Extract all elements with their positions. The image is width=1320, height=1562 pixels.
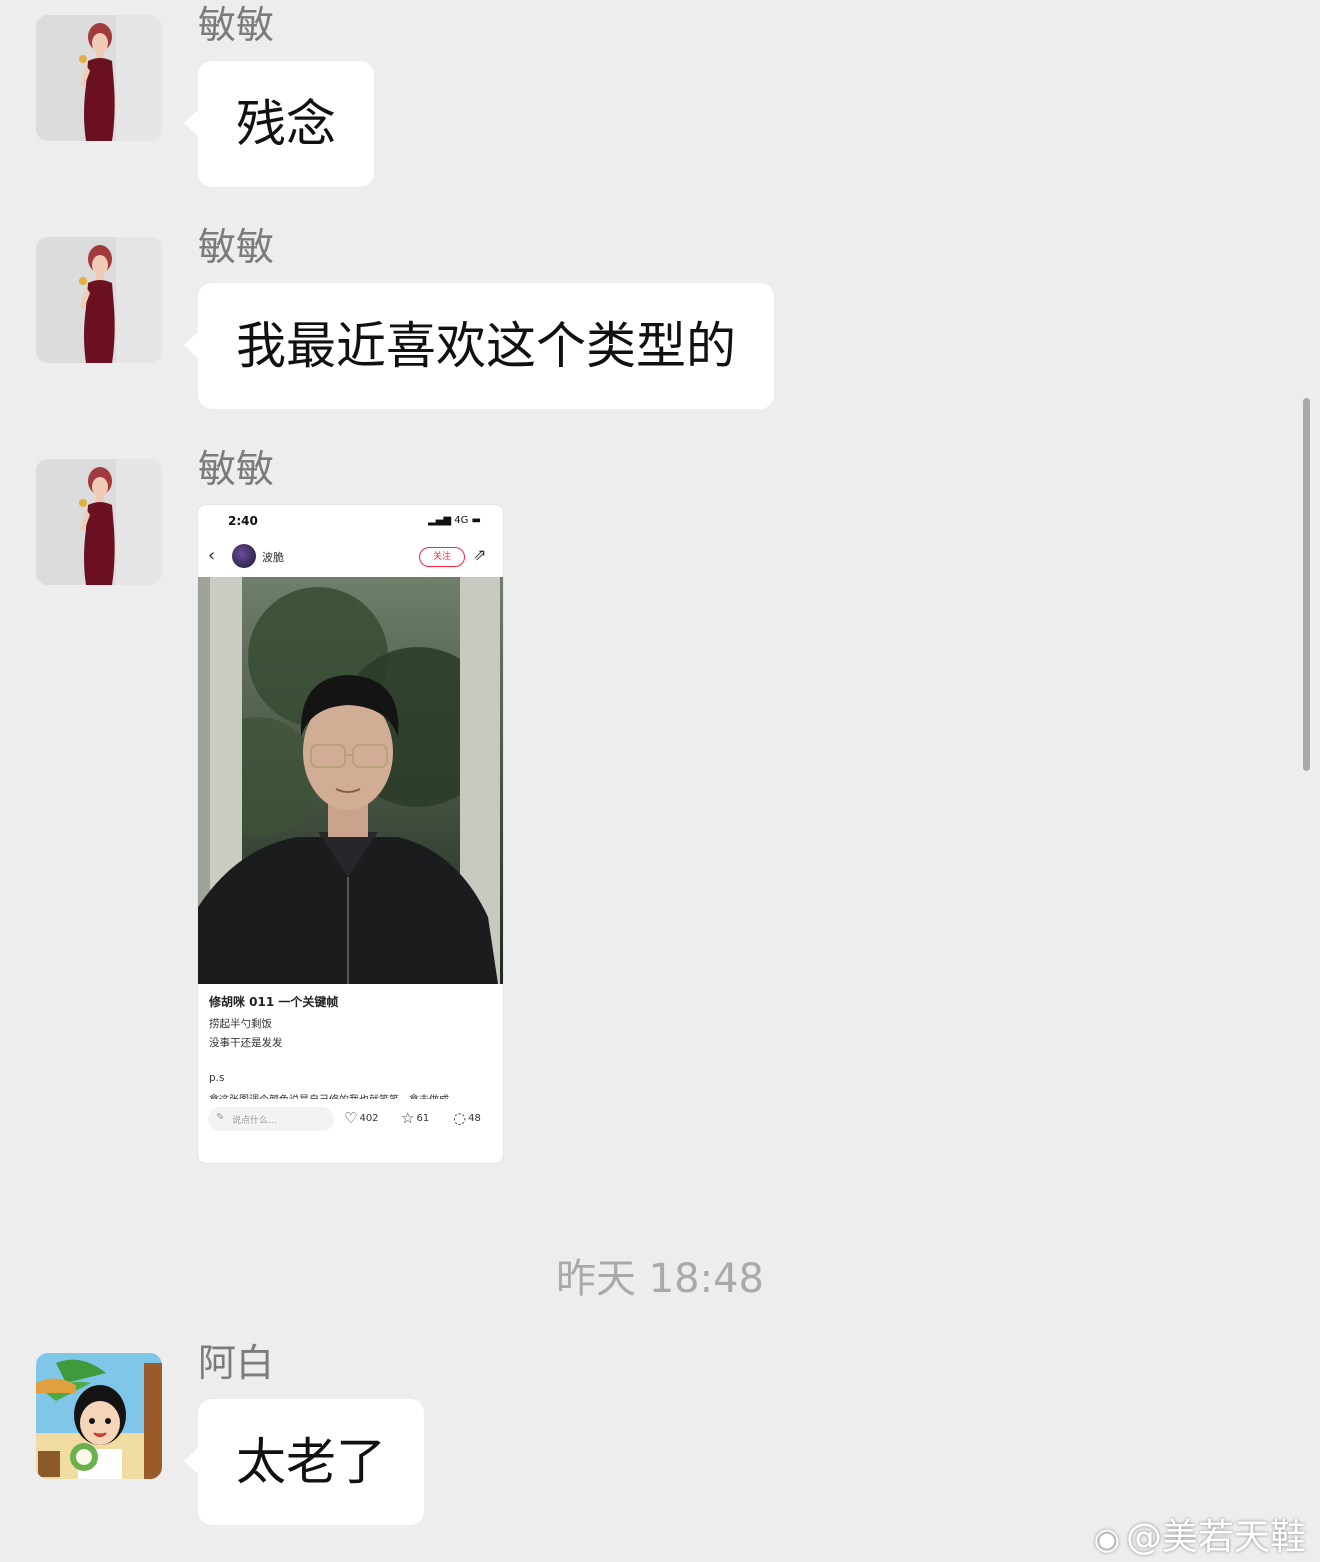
post-text-line: 捞起半勺剩饭 — [209, 1018, 272, 1030]
like-stat[interactable]: ♡ 402 — [344, 1109, 379, 1127]
shared-post-card[interactable]: 2:40 ▂▄▆ 4G ▬ ‹ 波脆 关注 ⇗ 修胡咪 011 一个关键帧 捞起… — [198, 505, 503, 1163]
heart-icon: ♡ — [344, 1109, 358, 1127]
comment-icon: ◌ — [453, 1109, 467, 1127]
post-photo[interactable] — [198, 577, 503, 984]
watermark: ◉ @美若天鞋 — [1094, 1508, 1306, 1560]
status-time: 2:40 — [228, 514, 258, 528]
like-count: 402 — [359, 1113, 379, 1124]
message-bubble[interactable]: 我最近喜欢这个类型的 — [184, 283, 774, 409]
follow-button[interactable]: 关注 — [419, 547, 465, 567]
favorite-stat[interactable]: ☆ 61 — [401, 1109, 429, 1127]
signal-battery-icon: ▂▄▆ 4G ▬ — [427, 515, 481, 526]
pencil-icon: ✎ — [216, 1112, 225, 1123]
chevron-left-icon[interactable]: ‹ — [208, 545, 215, 566]
sender-avatar[interactable] — [36, 237, 162, 363]
post-text-line: 拿这张图调个颜色说是自己修的我也就笑笑，拿去做成 — [209, 1091, 449, 1099]
sender-name: 阿白 — [198, 1341, 275, 1385]
favorite-count: 61 — [416, 1113, 430, 1124]
comment-input[interactable]: ✎ 说点什么... — [208, 1107, 334, 1131]
sender-name: 敏敏 — [198, 3, 275, 47]
author-name[interactable]: 波脆 — [262, 549, 284, 565]
sender-avatar[interactable] — [36, 459, 162, 585]
post-navbar: ‹ 波脆 关注 ⇗ — [198, 541, 503, 573]
comment-placeholder: 说点什么... — [232, 1116, 277, 1126]
share-icon[interactable]: ⇗ — [473, 545, 486, 564]
sender-avatar[interactable] — [36, 15, 162, 141]
star-icon: ☆ — [401, 1109, 415, 1127]
sender-avatar[interactable] — [36, 1353, 162, 1479]
post-text-line: p.s — [209, 1072, 225, 1084]
weibo-logo-icon: ◉ — [1093, 1522, 1120, 1557]
post-text-line: 没事干还是发发 — [209, 1037, 283, 1049]
message-bubble[interactable]: 残念 — [184, 61, 374, 187]
network-label: 4G — [454, 515, 469, 526]
status-bar: 2:40 ▂▄▆ 4G ▬ — [198, 505, 503, 539]
scrollbar-thumb[interactable] — [1303, 398, 1310, 771]
comment-bar: ✎ 说点什么... ♡ 402 ☆ 61 ◌ 48 — [198, 1105, 503, 1135]
author-avatar[interactable] — [232, 544, 256, 568]
message-bubble[interactable]: 太老了 — [184, 1399, 424, 1525]
post-title: 修胡咪 011 一个关键帧 — [209, 995, 339, 1009]
comment-count: 48 — [468, 1113, 481, 1124]
sender-name: 敏敏 — [198, 225, 275, 269]
watermark-text: @美若天鞋 — [1125, 1517, 1306, 1558]
sender-name: 敏敏 — [198, 447, 275, 491]
comment-stat[interactable]: ◌ 48 — [453, 1109, 481, 1127]
timestamp-divider: 昨天 18:48 — [556, 1256, 764, 1302]
